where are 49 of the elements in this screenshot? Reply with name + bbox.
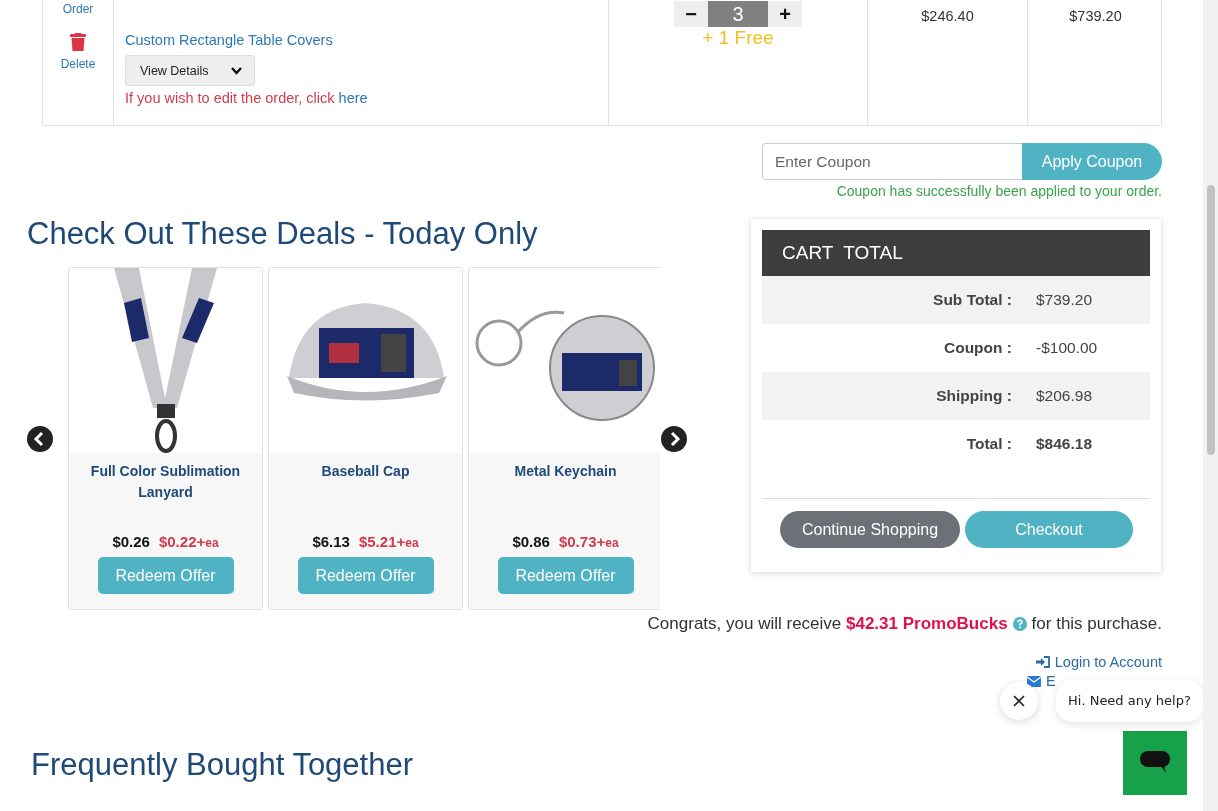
chevron-down-icon <box>230 66 242 75</box>
quantity-value[interactable]: 3 <box>708 1 768 27</box>
view-details-button[interactable]: View Details <box>125 55 255 86</box>
sale-price: $0.73+ea <box>558 533 619 550</box>
order-link[interactable]: Order <box>62 2 94 16</box>
related-heading: Frequently Bought Together <box>31 747 414 783</box>
scrollbar[interactable] <box>1203 0 1218 811</box>
edit-order-link[interactable]: here <box>338 90 368 106</box>
unit-price: $246.40 <box>920 7 975 24</box>
increment-button[interactable]: + <box>768 1 802 27</box>
total-value: -$100.00 <box>1036 339 1099 357</box>
delete-link[interactable]: Delete <box>60 57 96 71</box>
deals-heading: Check Out These Deals - Today Only <box>27 216 539 252</box>
envelope-icon <box>1027 675 1041 687</box>
promobucks-message: Congrats, you will receive $42.31 PromoBucks <box>647 614 1008 634</box>
free-item-note: + 1 Free <box>702 27 774 49</box>
decrement-button[interactable]: − <box>674 1 708 27</box>
product-title: Baseball Cap <box>320 462 411 481</box>
total-label: Sub Total : <box>932 291 1012 309</box>
total-value: $846.18 <box>1036 435 1094 453</box>
continue-shopping-button[interactable]: Continue Shopping <box>780 511 960 548</box>
total-label: Coupon : <box>943 339 1012 357</box>
close-icon <box>1013 695 1025 707</box>
chat-button[interactable] <box>1123 731 1187 795</box>
total-label: Shipping : <box>935 387 1012 405</box>
close-button[interactable] <box>1000 682 1038 720</box>
coupon-success-message: Coupon has successfully been applied to your order. <box>836 183 1162 199</box>
chat-greeting[interactable]: Hi. Need any help? <box>1056 680 1203 722</box>
login-link[interactable]: Login to Account <box>1035 654 1162 670</box>
trash-icon[interactable] <box>70 33 86 51</box>
sale-price: $0.22+ea <box>158 533 219 550</box>
product-title: Metal Keychain <box>513 462 618 481</box>
cart-total-heading: CART TOTAL <box>762 230 1150 276</box>
old-price: $6.13 <box>312 533 350 550</box>
total-label: Total : <box>965 435 1012 453</box>
chat-bubble-icon <box>1140 751 1170 775</box>
line-total: $739.20 <box>1068 7 1123 24</box>
email-link[interactable]: E <box>1027 673 1056 689</box>
sale-price: $5.21+ea <box>358 533 419 550</box>
product-name-link[interactable]: Custom Rectangle Table Covers <box>125 32 333 48</box>
coupon-field[interactable]: Enter Coupon <box>762 143 1022 180</box>
product-title: Full Color Sublimation Lanyard <box>90 462 241 502</box>
old-price: $0.86 <box>512 533 550 550</box>
sign-in-icon <box>1035 656 1050 668</box>
total-value: $206.98 <box>1036 387 1094 405</box>
total-value: $739.20 <box>1036 291 1094 309</box>
edit-order-note: If you wish to edit the order, click here <box>125 90 368 106</box>
promobucks-suffix: for this purchase. <box>1031 614 1162 634</box>
old-price: $0.26 <box>112 533 150 550</box>
